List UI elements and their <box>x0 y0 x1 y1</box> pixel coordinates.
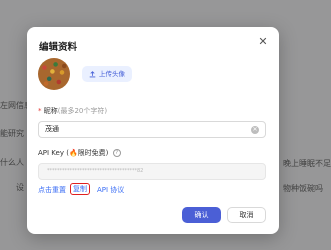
required-mark: * <box>38 107 42 115</box>
upload-avatar-button[interactable]: 上传头像 <box>82 66 132 82</box>
info-icon[interactable]: ? <box>112 149 121 157</box>
apikey-note: (🔥限时免费) <box>66 149 109 157</box>
reset-apikey-link[interactable]: 点击重置 <box>38 185 66 195</box>
avatar <box>38 58 70 90</box>
nickname-value: 茂通 <box>45 125 59 133</box>
edit-profile-dialog: 编辑资料 ✕ 上传头像 * 昵称(最多20个字符) 茂通 ✕ API Key (… <box>27 27 279 234</box>
copy-apikey-link[interactable]: 复制 <box>70 183 90 195</box>
nickname-label: * 昵称(最多20个字符) <box>38 107 108 115</box>
upload-avatar-label: 上传头像 <box>99 70 125 78</box>
apikey-field: ************************************82 <box>38 163 266 180</box>
cancel-button[interactable]: 取消 <box>227 207 266 223</box>
upload-icon <box>89 70 96 77</box>
apikey-label: API Key (🔥限时免费) ? <box>38 148 121 158</box>
api-protocol-link[interactable]: API 协议 <box>97 185 124 195</box>
clear-icon[interactable]: ✕ <box>251 126 259 134</box>
confirm-button[interactable]: 确认 <box>182 207 221 223</box>
nickname-input[interactable]: 茂通 ✕ <box>38 121 266 138</box>
apikey-value: ************************************82 <box>47 168 144 174</box>
dialog-title: 编辑资料 <box>39 42 78 53</box>
close-icon[interactable]: ✕ <box>257 36 269 48</box>
nickname-hint: (最多20个字符) <box>57 107 108 115</box>
